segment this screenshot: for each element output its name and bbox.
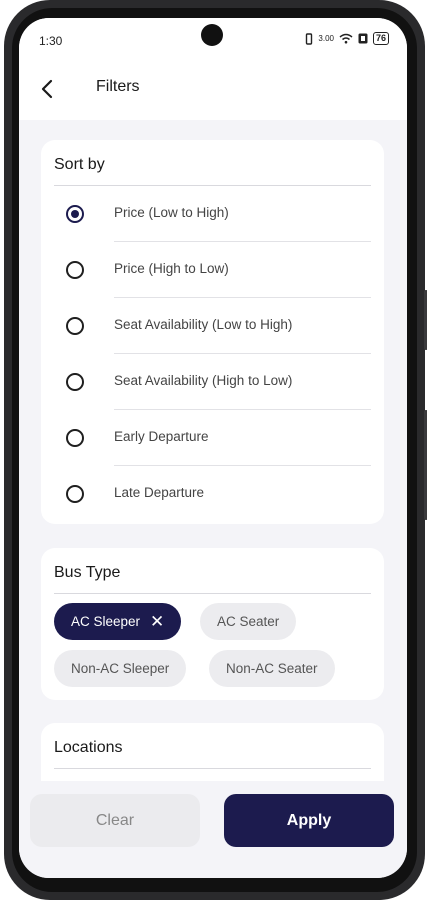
locations-title: Locations xyxy=(54,739,123,756)
radio-unselected-icon[interactable] xyxy=(66,317,84,335)
sort-option-label: Price (High to Low) xyxy=(114,261,229,276)
chip-label: AC Seater xyxy=(217,614,280,629)
data-speed-text: 3.00 xyxy=(318,34,334,43)
chevron-left-icon xyxy=(41,79,53,99)
radio-unselected-icon[interactable] xyxy=(66,485,84,503)
bus-type-card: Bus Type AC Sleeper ✕ AC Seater Non-AC Sl… xyxy=(41,548,384,700)
sort-option-seat-high-low[interactable]: Seat Availability (High to Low) xyxy=(41,354,384,410)
app-header: Filters xyxy=(19,66,407,120)
chip-non-ac-sleeper[interactable]: Non-AC Sleeper xyxy=(54,650,187,687)
sort-option-label: Seat Availability (High to Low) xyxy=(114,373,293,388)
clear-button[interactable]: Clear xyxy=(30,794,200,847)
bottom-action-bar: Clear Apply xyxy=(19,781,407,878)
bus-type-title: Bus Type xyxy=(54,564,121,581)
chip-label: AC Sleeper xyxy=(71,614,141,629)
sort-option-early-departure[interactable]: Early Departure xyxy=(41,410,384,466)
sort-option-seat-low-high[interactable]: Seat Availability (Low to High) xyxy=(41,298,384,354)
status-icons: 3.00 76 xyxy=(305,32,389,45)
back-button[interactable] xyxy=(35,76,61,102)
radio-unselected-icon[interactable] xyxy=(66,429,84,447)
sort-option-price-low-high[interactable]: Price (Low to High) xyxy=(41,186,384,242)
radio-unselected-icon[interactable] xyxy=(66,261,84,279)
screen: 1:30 3.00 76 Filters Sort by Price (Low … xyxy=(19,18,407,878)
chip-label: Non-AC Seater xyxy=(226,661,318,676)
chip-non-ac-seater[interactable]: Non-AC Seater xyxy=(209,650,335,687)
radio-selected-icon[interactable] xyxy=(66,205,84,223)
sort-by-card: Sort by Price (Low to High) Price (High … xyxy=(41,140,384,524)
notification-icon xyxy=(358,33,368,44)
chip-ac-sleeper[interactable]: AC Sleeper ✕ xyxy=(54,603,182,640)
apply-button[interactable]: Apply xyxy=(224,794,394,847)
sort-option-label: Seat Availability (Low to High) xyxy=(114,317,293,332)
wifi-icon xyxy=(339,33,353,44)
sort-option-label: Price (Low to High) xyxy=(114,205,229,220)
status-bar: 1:30 3.00 76 xyxy=(19,18,407,66)
chip-label: Non-AC Sleeper xyxy=(71,661,170,676)
divider xyxy=(54,768,371,769)
radio-unselected-icon[interactable] xyxy=(66,373,84,391)
sort-option-label: Early Departure xyxy=(114,429,209,444)
close-icon[interactable]: ✕ xyxy=(150,603,164,640)
status-time: 1:30 xyxy=(39,34,63,48)
battery-icon: 76 xyxy=(372,32,389,45)
page-title: Filters xyxy=(96,78,140,95)
sort-option-label: Late Departure xyxy=(114,485,205,500)
divider xyxy=(54,593,371,594)
vibrate-icon xyxy=(306,32,313,45)
sort-by-title: Sort by xyxy=(54,156,105,173)
chip-ac-seater[interactable]: AC Seater xyxy=(200,603,297,640)
sort-option-price-high-low[interactable]: Price (High to Low) xyxy=(41,242,384,298)
sort-option-late-departure[interactable]: Late Departure xyxy=(41,466,384,522)
front-camera xyxy=(201,24,223,46)
